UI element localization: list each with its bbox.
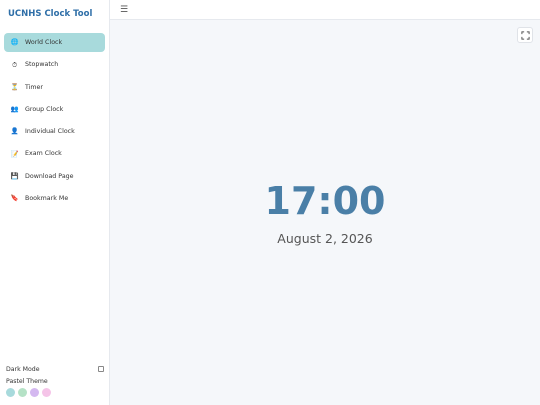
dark-mode-row: Dark Mode [6,364,104,374]
sidebar-item-label: Stopwatch [25,61,59,69]
globe-icon: 🌐 [10,38,19,47]
theme-label: Pastel Theme [6,378,48,385]
theme-swatch-4[interactable] [42,388,51,397]
dark-mode-label: Dark Mode [6,365,40,373]
user-icon: 👤 [10,127,19,136]
sidebar-item-label: Group Clock [25,105,64,113]
sidebar-item-individual-clock[interactable]: 👤 Individual Clock [4,122,105,141]
main-content: 17:00 August 2, 2026 [110,20,540,405]
fullscreen-button[interactable] [517,27,533,43]
sidebar-item-timer[interactable]: ⏳ Timer [4,78,105,97]
sidebar-item-label: Timer [25,83,43,91]
sidebar-item-label: Download Page [25,172,74,180]
sidebar: UCNHS Clock Tool 🌐 World Clock ⏱ Stopwatch ⏳… [0,0,110,405]
sidebar-item-label: Individual Clock [25,128,75,136]
sidebar-item-label: Exam Clock [25,150,62,158]
sidebar-item-bookmark-me[interactable]: 🔖 Bookmark Me [4,189,105,208]
theme-swatch-1[interactable] [6,388,15,397]
sidebar-item-label: Bookmark Me [25,195,69,203]
dark-mode-checkbox[interactable] [98,366,104,372]
sidebar-item-group-clock[interactable]: 👥 Group Clock [4,100,105,119]
sidebar-item-stopwatch[interactable]: ⏱ Stopwatch [4,55,105,74]
hourglass-icon: ⏳ [10,82,19,91]
floppy-disk-icon: 💾 [10,172,19,181]
clock-time: 17:00 [264,179,386,223]
theme-swatch-2[interactable] [18,388,27,397]
sidebar-item-exam-clock[interactable]: 📝 Exam Clock [4,144,105,163]
sidebar-item-world-clock[interactable]: 🌐 World Clock [4,33,105,52]
fullscreen-icon [520,30,530,40]
stopwatch-icon: ⏱ [11,60,18,69]
sidebar-settings: Dark Mode Pastel Theme [6,364,104,397]
sidebar-item-download-page[interactable]: 💾 Download Page [4,167,105,186]
sidebar-item-label: World Clock [25,39,63,46]
top-bar: ☰ [110,0,540,20]
bookmark-icon: 🔖 [10,194,19,203]
group-icon: 👥 [10,105,19,114]
clock-date: August 2, 2026 [277,231,373,246]
sidebar-nav: 🌐 World Clock ⏱ Stopwatch ⏳ Timer 👥 Group Clock… [4,33,105,211]
theme-swatches [6,388,104,397]
theme-swatch-3[interactable] [30,388,39,397]
app-title: UCNHS Clock Tool [8,9,93,19]
memo-icon: 📝 [10,149,19,158]
hamburger-menu-icon[interactable]: ☰ [118,4,130,16]
